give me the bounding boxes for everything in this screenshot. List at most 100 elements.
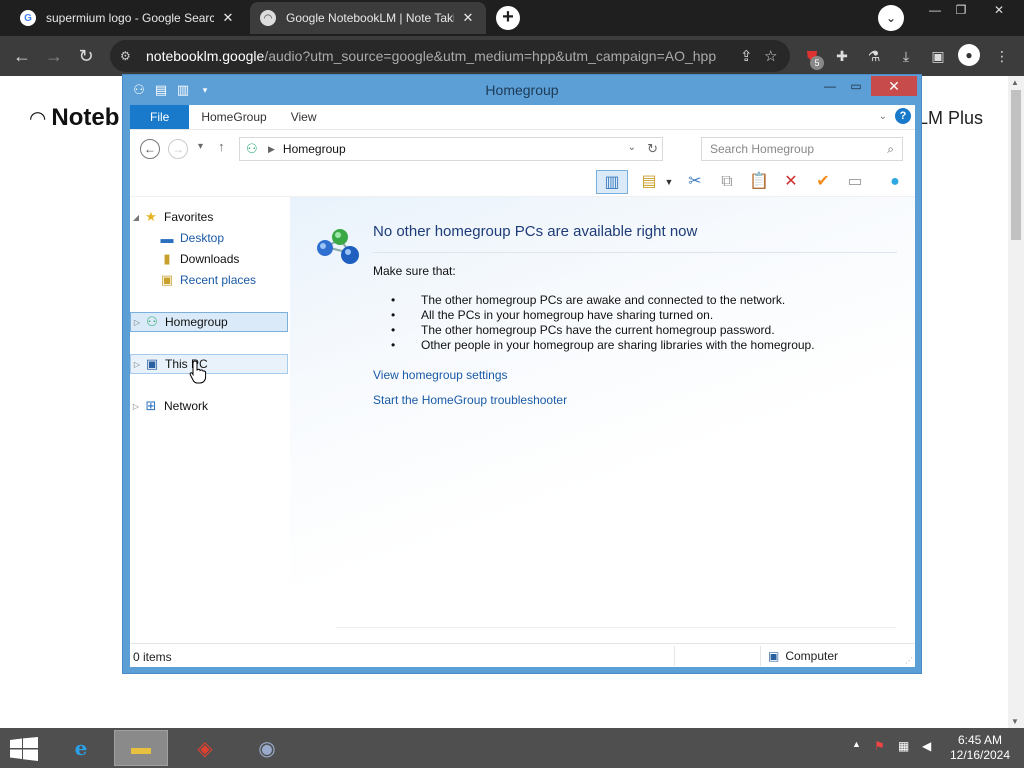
- downloads-folder-icon: ▮: [163, 251, 171, 266]
- close-tab-icon[interactable]: ✕: [220, 10, 236, 26]
- page-scrollbar[interactable]: ▲ ▼: [1008, 76, 1024, 728]
- scroll-down-icon[interactable]: ▼: [1011, 717, 1019, 726]
- explorer-title-bar[interactable]: ⚇ ▤ ▥ ▾ Homegroup — ▭ ✕: [123, 75, 921, 105]
- clock-time: 6:45 AM: [957, 733, 1003, 747]
- breadcrumb-homegroup[interactable]: Homegroup: [283, 142, 346, 156]
- back-button[interactable]: ←: [140, 139, 160, 159]
- forward-arrow-icon[interactable]: →: [42, 44, 66, 68]
- list-item: All the PCs in your homegroup have shari…: [391, 308, 815, 323]
- rename-icon[interactable]: ▭: [842, 170, 868, 194]
- clock-date: 12/16/2024: [949, 748, 1011, 762]
- refresh-icon[interactable]: ↻: [647, 141, 658, 157]
- profile-avatar-icon[interactable]: ●: [958, 44, 980, 66]
- address-bar[interactable]: ⚙ notebooklm.google /audio?utm_source=go…: [110, 40, 790, 72]
- breadcrumb-chevron-icon[interactable]: ▶: [268, 144, 275, 155]
- tab-title: Google NotebookLM | Note Taking: [286, 11, 454, 25]
- homegroup-icon: ⚇: [146, 314, 158, 329]
- forward-button[interactable]: →: [168, 139, 188, 159]
- bookmark-star-icon[interactable]: ☆: [764, 47, 777, 65]
- dropdown-arrow-icon[interactable]: ▼: [662, 170, 676, 194]
- checkmark-icon[interactable]: ✔: [810, 170, 836, 194]
- browser-tab-google-search[interactable]: G supermium logo - Google Search ✕: [10, 2, 246, 34]
- expand-ribbon-icon[interactable]: ⌄: [879, 111, 887, 122]
- volume-muted-icon[interactable]: ◀: [922, 739, 931, 753]
- nav-item-network[interactable]: ▷ ⊞ Network: [130, 396, 288, 416]
- status-bar: 0 items ▣ Computer ⋰: [130, 643, 915, 667]
- expand-arrow-icon[interactable]: ▷: [130, 402, 142, 411]
- nav-item-this-pc[interactable]: ▷ ▣ This PC: [130, 354, 288, 374]
- site-info-icon[interactable]: ⚙: [120, 49, 138, 63]
- file-explorer-taskbar-icon[interactable]: ▬: [114, 730, 168, 766]
- download-icon[interactable]: ⤓: [896, 46, 916, 66]
- chrome-globe-icon[interactable]: ◉: [240, 730, 294, 766]
- restore-window-button[interactable]: ❐: [946, 0, 976, 22]
- supermium-icon[interactable]: ◈: [178, 730, 232, 766]
- recent-places-icon: ▣: [160, 272, 174, 287]
- network-globe-icon[interactable]: ●: [882, 170, 908, 194]
- more-menu-icon[interactable]: ⋮: [992, 46, 1012, 66]
- location-label: Computer: [785, 649, 839, 663]
- show-hidden-icons[interactable]: ▲: [852, 739, 861, 749]
- paste-icon[interactable]: 📋: [746, 170, 772, 194]
- url-path: /audio?utm_source=google&utm_medium=hpp&…: [264, 48, 717, 64]
- network-status-icon[interactable]: ▦: [898, 739, 909, 753]
- scrollbar-thumb[interactable]: [1011, 90, 1021, 240]
- nav-item-homegroup[interactable]: ▷ ⚇ Homegroup: [130, 312, 288, 332]
- resize-grip-icon[interactable]: ⋰: [905, 656, 913, 665]
- homegroup-large-icon: [317, 229, 359, 264]
- command-toolbar: ▥ ▤ ▼ ✂ ⧉ 📋 ✕ ✔ ▭ ●: [130, 167, 915, 197]
- desktop-icon: ▬: [160, 230, 174, 246]
- homegroup-icon: ⚇: [246, 141, 258, 156]
- address-dropdown-icon[interactable]: ⌄: [628, 142, 636, 153]
- explorer-minimize-button[interactable]: —: [817, 77, 843, 95]
- labs-flask-icon[interactable]: ⚗: [864, 46, 884, 66]
- search-box[interactable]: ⌕: [701, 137, 903, 161]
- heading-divider: [373, 252, 897, 253]
- reload-icon[interactable]: ↻: [74, 44, 98, 68]
- help-icon[interactable]: ?: [895, 108, 911, 124]
- up-arrow-icon[interactable]: ↑: [218, 139, 225, 154]
- expand-arrow-icon[interactable]: ▷: [131, 318, 143, 327]
- preview-pane-icon[interactable]: ▥: [596, 170, 628, 194]
- start-troubleshooter-link[interactable]: Start the HomeGroup troubleshooter: [373, 393, 567, 407]
- extensions-puzzle-icon[interactable]: ✚: [832, 46, 852, 66]
- internet-explorer-icon[interactable]: e: [54, 730, 108, 766]
- properties-folder-icon[interactable]: ▤: [636, 170, 662, 194]
- explorer-close-button[interactable]: ✕: [871, 76, 917, 96]
- expand-arrow-icon[interactable]: ▷: [131, 360, 143, 369]
- nav-item-recent-places[interactable]: ▣ Recent places: [130, 270, 288, 290]
- back-arrow-icon[interactable]: ←: [10, 44, 34, 68]
- browser-tab-notebooklm[interactable]: ◠ Google NotebookLM | Note Taking ✕: [250, 2, 486, 34]
- close-tab-icon[interactable]: ✕: [460, 10, 476, 26]
- system-clock[interactable]: 6:45 AM 12/16/2024: [948, 733, 1012, 763]
- ribbon-tab-view[interactable]: View: [279, 105, 329, 129]
- search-input[interactable]: [710, 142, 888, 156]
- explorer-address-box[interactable]: ⚇ ▶ Homegroup ⌄ ↻: [239, 137, 663, 161]
- windows-start-icon[interactable]: [10, 737, 38, 761]
- collapse-arrow-icon[interactable]: ◢: [130, 213, 142, 222]
- side-panel-icon[interactable]: ▣: [928, 46, 948, 66]
- search-icon[interactable]: ⌕: [887, 142, 894, 157]
- nav-item-desktop[interactable]: ▬ Desktop: [130, 228, 288, 248]
- ribbon-tab-file[interactable]: File: [130, 105, 190, 129]
- nav-item-favorites[interactable]: ◢ ★ Favorites: [130, 207, 288, 227]
- delete-icon[interactable]: ✕: [778, 170, 804, 194]
- share-icon[interactable]: ⇪: [740, 47, 753, 65]
- notebooklm-plus-link[interactable]: LM Plus: [918, 108, 983, 129]
- hand-pointer-cursor-icon: [189, 360, 207, 384]
- status-divider: [760, 646, 761, 666]
- new-tab-button[interactable]: +: [496, 6, 520, 30]
- url-host: notebooklm.google: [146, 48, 265, 64]
- recent-locations-icon[interactable]: ▾: [198, 141, 203, 152]
- explorer-maximize-button[interactable]: ▭: [843, 77, 869, 95]
- nav-item-downloads[interactable]: ▮ Downloads: [130, 249, 288, 269]
- content-divider: [336, 627, 896, 628]
- close-window-button[interactable]: ✕: [984, 0, 1014, 22]
- tab-search-button[interactable]: ⌄: [878, 5, 904, 31]
- cut-icon[interactable]: ✂: [682, 170, 708, 194]
- ribbon-tab-homegroup[interactable]: HomeGroup: [189, 105, 278, 129]
- action-center-flag-icon[interactable]: ⚑: [874, 739, 885, 753]
- scroll-up-icon[interactable]: ▲: [1011, 78, 1019, 87]
- view-homegroup-settings-link[interactable]: View homegroup settings: [373, 368, 508, 382]
- copy-icon[interactable]: ⧉: [714, 170, 740, 194]
